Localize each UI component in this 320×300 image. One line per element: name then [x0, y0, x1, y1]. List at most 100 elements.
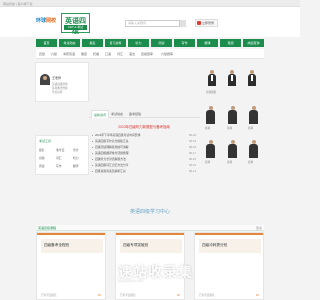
teacher-profile-card[interactable]: 王老师 英语四级讲师 多年教学经验 学员好评	[35, 62, 89, 102]
nav-item[interactable]: 考试动态	[59, 39, 80, 47]
tool-link[interactable]: 报名	[39, 148, 53, 152]
topbar: 网站导航 | 客户端下载	[0, 0, 300, 7]
teacher-photo[interactable]	[249, 140, 258, 158]
tab-exam-news[interactable]: 考试动态	[109, 110, 125, 118]
brand-badge[interactable]: 英语四级 CET-4 考试	[61, 13, 90, 35]
subnav-link[interactable]: 四级题库	[141, 52, 153, 56]
course-card[interactable]: 四级备考全程班 已有学员报名 ¥0	[36, 232, 106, 300]
nav-item[interactable]: 复习资料	[105, 39, 126, 47]
search-input[interactable]: 请输入关键词	[125, 20, 180, 27]
subnav-link[interactable]: 六级题库	[161, 52, 173, 56]
more-link[interactable]: 更多	[256, 226, 262, 230]
course-price: ¥0	[97, 293, 101, 297]
teacher-photo[interactable]	[248, 70, 256, 86]
tab-experience[interactable]: 备考经验	[127, 110, 143, 118]
strip-label: 名师团队	[206, 91, 217, 94]
teacher-label: 名师	[227, 161, 233, 164]
teacher-photo[interactable]	[206, 140, 215, 158]
news-title: 英语四级翻译常考话题整理	[95, 151, 129, 155]
tool-link[interactable]: 查分	[73, 148, 87, 152]
panel-title: 考试工具	[39, 139, 52, 143]
nav-item[interactable]: 阅读	[151, 39, 172, 47]
course-foot: 已有学员报名	[199, 294, 215, 297]
topbar-links[interactable]: 网站导航 | 客户端下载	[3, 2, 32, 6]
brand-subtitle: CET-4 考试	[64, 25, 87, 30]
subnav-link[interactable]: 六级	[51, 52, 57, 56]
tab-latest[interactable]: 最新资讯	[91, 110, 110, 118]
tool-link[interactable]: 词汇	[56, 156, 70, 160]
course-price: ¥0	[176, 293, 180, 297]
news-title: 四级真题答案及解析汇总	[95, 169, 126, 173]
course-title: 四级冲刺提分班	[202, 243, 228, 247]
subnav-link[interactable]: 语法	[129, 52, 135, 56]
course-foot: 已有学员报名	[41, 294, 57, 297]
list-item[interactable]: 2023年下半年英语四级考试时间安排 08-20	[92, 133, 196, 138]
logo-main: 环球	[36, 18, 47, 24]
avatar	[40, 74, 50, 85]
nav-item[interactable]: 写作	[174, 39, 195, 47]
login-button[interactable]: 立即登录	[195, 19, 218, 27]
teacher-label: 名师	[205, 161, 211, 164]
news-title: 四级听力长对话解题方法	[95, 157, 126, 161]
course-section-header: 英语四级课程 更多	[36, 225, 264, 231]
nav-item[interactable]: 听力	[128, 39, 149, 47]
tool-link[interactable]: 写作	[56, 164, 70, 168]
list-item[interactable]: 四级阅读理解答题技巧讲解 08-18	[92, 145, 196, 150]
site-header: 环球网校 英语四级 CET-4 考试 请输入关键词 立即登录	[0, 7, 300, 37]
site-logo[interactable]: 环球网校	[36, 17, 58, 26]
list-item[interactable]: 英语四级词汇记忆方法分享 08-15	[92, 163, 196, 168]
tool-link[interactable]: 真题	[39, 156, 53, 160]
news-date: 08-16	[188, 157, 196, 161]
nav-item[interactable]: 真题	[220, 39, 241, 47]
nav-item[interactable]: 翻译	[197, 39, 218, 47]
list-item[interactable]: 英语四级写作高分模板汇总 08-19	[92, 139, 196, 144]
teacher-photo[interactable]	[208, 70, 216, 86]
logo-accent: 网校	[46, 18, 57, 24]
exam-tools-panel: 考试工具 报名 准考证 查分 真题 词汇 听力 阅读 写作 翻译	[35, 135, 89, 175]
teacher-name: 王老师	[52, 76, 62, 80]
main-nav: 首页 考试动态 报名 复习资料 听力 阅读 写作 翻译 真题 成绩查询	[36, 39, 264, 47]
news-date: 08-18	[188, 145, 196, 149]
course-card[interactable]: 四级冲刺提分班 已有学员报名 ¥0	[194, 232, 264, 300]
list-item[interactable]: 四级真题答案及解析汇总 08-14	[92, 169, 196, 174]
teacher-photo-strip: 名师团队	[200, 62, 264, 96]
login-icon	[197, 21, 201, 25]
teacher-photo[interactable]	[249, 106, 258, 124]
tool-link[interactable]: 阅读	[39, 164, 53, 168]
login-label: 立即登录	[202, 21, 215, 25]
news-title: 2023年下半年英语四级考试时间安排	[95, 133, 141, 137]
course-title: 四级备考全程班	[44, 243, 70, 247]
news-date: 08-14	[188, 169, 196, 173]
subnav-link[interactable]: 考研英语	[63, 52, 75, 56]
tool-link[interactable]: 翻译	[73, 164, 87, 168]
news-title: 英语四级词汇记忆方法分享	[95, 163, 129, 167]
tool-link[interactable]: 听力	[73, 156, 87, 160]
course-price: ¥0	[255, 293, 259, 297]
search-icon[interactable]	[180, 20, 186, 27]
list-item[interactable]: 英语四级翻译常考话题整理 08-17	[92, 151, 196, 156]
subnav-link[interactable]: 口语	[105, 52, 111, 56]
teacher-info-line: 学员好评	[52, 91, 63, 94]
subnav-link[interactable]: 四级	[39, 52, 45, 56]
subnav-link[interactable]: 托福	[93, 52, 99, 56]
learning-center-link[interactable]: 英语四级学习中心	[100, 208, 200, 215]
nav-item[interactable]: 首页	[36, 39, 57, 47]
teacher-photo[interactable]	[228, 140, 237, 158]
teacher-photo[interactable]	[228, 70, 236, 86]
news-date: 08-15	[188, 163, 196, 167]
subnav-link[interactable]: 词汇	[117, 52, 123, 56]
teacher-photo[interactable]	[228, 106, 237, 124]
nav-item[interactable]: 成绩查询	[243, 39, 264, 47]
news-title: 英语四级写作高分模板汇总	[95, 139, 129, 143]
subnav-link[interactable]: 雅思	[81, 52, 87, 56]
nav-item[interactable]: 报名	[82, 39, 103, 47]
tool-link[interactable]: 准考证	[56, 148, 70, 152]
news-title: 四级阅读理解答题技巧讲解	[95, 145, 129, 149]
course-foot: 已有学员报名	[120, 294, 136, 297]
news-tabs: 最新资讯 考试动态 备考经验	[89, 110, 200, 118]
teacher-label: 名师	[205, 127, 211, 130]
teacher-photo[interactable]	[206, 106, 215, 124]
list-item[interactable]: 四级听力长对话解题方法 08-16	[92, 157, 196, 162]
news-date: 08-20	[188, 133, 196, 137]
news-headline[interactable]: 2023年四级听力新题型与备考指南	[92, 124, 196, 129]
